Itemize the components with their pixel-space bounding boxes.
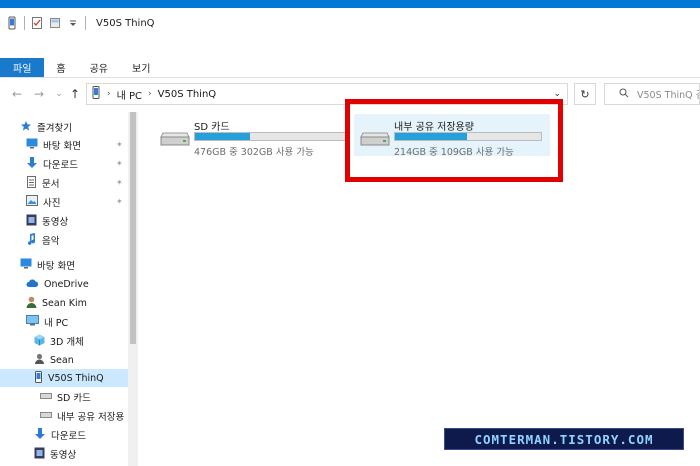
download-icon bbox=[34, 427, 46, 443]
customize-toolbar-icon[interactable] bbox=[67, 16, 79, 30]
address-dropdown-icon[interactable]: ⌄ bbox=[553, 89, 561, 99]
sidebar-item-desktop-root[interactable]: 바탕 화면 bbox=[20, 256, 75, 274]
sidebar-item-user[interactable]: Sean Kim bbox=[26, 294, 87, 312]
sidebar-item-this-pc[interactable]: 내 PC bbox=[26, 313, 68, 331]
title-bar: V50S ThinQ bbox=[0, 8, 700, 38]
music-icon bbox=[26, 232, 37, 248]
sidebar-item-label: Sean bbox=[50, 354, 74, 366]
sidebar-item-sean[interactable]: Sean bbox=[34, 351, 74, 369]
drive-icon bbox=[40, 392, 52, 403]
sidebar-item-label: 바탕 화면 bbox=[37, 261, 75, 272]
drive-usage-bar bbox=[194, 132, 346, 141]
phone-icon bbox=[91, 86, 101, 102]
pin-icon: ✶ bbox=[116, 140, 123, 149]
sidebar-item-label: 문서 bbox=[42, 179, 60, 190]
drive-icon bbox=[160, 128, 190, 148]
sidebar-item-label: 음악 bbox=[42, 236, 60, 247]
sidebar-item-label: 동영상 bbox=[42, 217, 69, 228]
pin-icon: ✶ bbox=[116, 178, 123, 187]
sidebar-item-quick-access[interactable]: 즐겨찾기 bbox=[20, 118, 72, 136]
sidebar-item-documents[interactable]: 문서 bbox=[26, 174, 59, 192]
sidebar-item-videos[interactable]: 동영상 bbox=[26, 212, 68, 230]
search-placeholder: V50S ThinQ 검 bbox=[637, 90, 700, 101]
sidebar-item-videos-2[interactable]: 동영상 bbox=[34, 445, 76, 463]
tab-home[interactable]: 홈 bbox=[44, 58, 77, 77]
breadcrumb-current[interactable]: V50S ThinQ bbox=[158, 89, 217, 100]
sidebar-item-label: OneDrive bbox=[44, 278, 89, 290]
sidebar-item-music[interactable]: 음악 bbox=[26, 231, 59, 249]
sidebar-item-downloads-2[interactable]: 다운로드 bbox=[34, 426, 86, 444]
sidebar-item-pictures[interactable]: 사진 bbox=[26, 193, 60, 211]
sidebar-item-label: Sean Kim bbox=[42, 297, 87, 309]
drive-tile-sd-card[interactable]: SD 카드 476GB 중 302GB 사용 가능 bbox=[154, 114, 354, 158]
phone-icon bbox=[34, 370, 43, 386]
drive-detail: 476GB 중 302GB 사용 가능 bbox=[194, 147, 314, 158]
tab-view[interactable]: 보기 bbox=[120, 58, 162, 77]
highlight-box bbox=[345, 99, 563, 182]
drive-icon bbox=[40, 411, 52, 422]
user-icon bbox=[26, 296, 37, 311]
computer-icon bbox=[26, 315, 39, 329]
window-top-border bbox=[0, 0, 700, 8]
sidebar-item-onedrive[interactable]: OneDrive bbox=[26, 275, 89, 293]
sidebar-item-label: 즐겨찾기 bbox=[37, 123, 72, 134]
pin-icon: ✶ bbox=[116, 159, 123, 168]
title-separator bbox=[24, 16, 25, 30]
sidebar-item-3d-objects[interactable]: 3D 개체 bbox=[34, 332, 84, 350]
sidebar-item-label: 내부 공유 저장용 bbox=[57, 412, 125, 423]
sidebar-item-label: SD 카드 bbox=[57, 393, 91, 404]
download-icon bbox=[26, 156, 38, 172]
sidebar-item-label: V50S ThinQ bbox=[48, 372, 104, 384]
video-icon bbox=[26, 214, 37, 229]
sidebar-item-v50s-thinq[interactable]: V50S ThinQ bbox=[0, 369, 128, 387]
sidebar-item-sd-card[interactable]: SD 카드 bbox=[40, 388, 91, 406]
sidebar-item-label: 사진 bbox=[43, 198, 61, 209]
pin-icon: ✶ bbox=[116, 197, 123, 206]
new-folder-icon[interactable] bbox=[49, 16, 61, 30]
drive-usage-fill bbox=[195, 133, 250, 140]
star-icon bbox=[20, 120, 32, 135]
video-icon bbox=[34, 447, 45, 462]
network-user-icon bbox=[34, 353, 45, 368]
properties-icon[interactable] bbox=[31, 16, 43, 30]
desktop-icon bbox=[26, 138, 38, 152]
phone-icon bbox=[6, 16, 18, 30]
sidebar-item-label: 바탕 화면 bbox=[43, 141, 81, 152]
sidebar-item-downloads[interactable]: 다운로드 bbox=[26, 155, 78, 173]
cloud-icon bbox=[26, 278, 39, 291]
title-separator bbox=[85, 16, 86, 30]
navigation-pane: 즐겨찾기 바탕 화면 ✶ 다운로드 ✶ 문서 ✶ 사진 ✶ 동영상 음악 바탕 … bbox=[0, 112, 140, 466]
sidebar-item-label: 다운로드 bbox=[51, 431, 86, 442]
sidebar-item-label: 내 PC bbox=[44, 318, 69, 329]
pictures-icon bbox=[26, 195, 38, 209]
window-title: V50S ThinQ bbox=[96, 17, 155, 29]
sidebar-item-label: 다운로드 bbox=[43, 160, 78, 171]
sidebar-item-desktop[interactable]: 바탕 화면 bbox=[26, 136, 81, 154]
tab-share[interactable]: 공유 bbox=[78, 58, 120, 77]
cube-icon bbox=[34, 334, 45, 349]
refresh-icon: ↻ bbox=[580, 87, 590, 101]
sidebar-item-internal-storage[interactable]: 내부 공유 저장용 bbox=[40, 407, 124, 425]
sidebar-item-label: 동영상 bbox=[50, 450, 77, 461]
ribbon-tabs: 파일 홈 공유 보기 bbox=[0, 58, 700, 78]
search-icon bbox=[619, 88, 629, 101]
drive-name: SD 카드 bbox=[194, 122, 230, 133]
back-arrow-icon[interactable]: ← bbox=[8, 85, 26, 103]
tab-file[interactable]: 파일 bbox=[0, 58, 45, 77]
breadcrumb-separator-icon[interactable]: › bbox=[148, 89, 152, 99]
forward-arrow-icon[interactable]: → bbox=[30, 85, 48, 103]
document-icon bbox=[26, 175, 37, 191]
sidebar-item-label: 3D 개체 bbox=[50, 337, 84, 348]
desktop-icon bbox=[20, 258, 32, 272]
search-input[interactable]: V50S ThinQ 검 bbox=[604, 83, 700, 105]
breadcrumb-this-pc[interactable]: 내 PC bbox=[117, 87, 142, 102]
up-arrow-icon[interactable]: ↑ bbox=[66, 85, 84, 103]
sidebar-scrollbar-thumb[interactable] bbox=[130, 112, 136, 344]
watermark: COMTERMAN.TISTORY.COM bbox=[444, 428, 684, 450]
breadcrumb-separator-icon[interactable]: › bbox=[107, 89, 111, 99]
refresh-button[interactable]: ↻ bbox=[574, 83, 596, 105]
